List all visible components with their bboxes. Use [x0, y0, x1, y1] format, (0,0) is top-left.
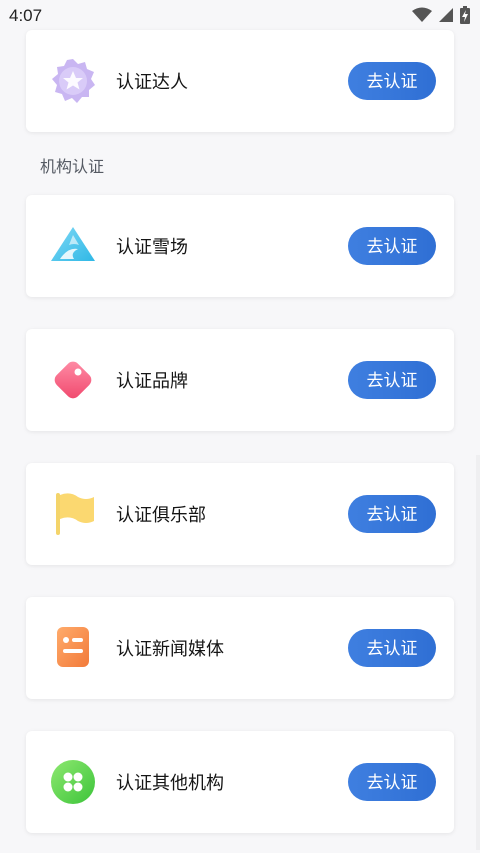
scrollbar[interactable]: [476, 455, 480, 850]
star-badge-icon: [48, 56, 98, 106]
certify-button[interactable]: 去认证: [348, 629, 436, 667]
card-label: 认证新闻媒体: [116, 639, 224, 660]
flag-icon: [48, 489, 98, 539]
card-label: 认证达人: [116, 72, 188, 93]
tag-icon: [48, 355, 98, 405]
battery-icon: [460, 6, 470, 24]
card-club: 认证俱乐部 去认证: [26, 463, 454, 565]
card-label: 认证其他机构: [116, 773, 224, 794]
card-news-media: 认证新闻媒体 去认证: [26, 597, 454, 699]
wifi-icon: [412, 7, 432, 22]
card-other-org: 认证其他机构 去认证: [26, 731, 454, 833]
card-brand: 认证品牌 去认证: [26, 329, 454, 431]
certify-button[interactable]: 去认证: [348, 227, 436, 265]
card-ski-resort: 认证雪场 去认证: [26, 195, 454, 297]
news-icon: [48, 623, 98, 673]
signal-icon: [439, 8, 453, 22]
status-time: 4:07: [9, 6, 43, 25]
certify-button[interactable]: 去认证: [348, 361, 436, 399]
card-expert: 认证达人 去认证: [26, 30, 454, 132]
status-icons: [412, 6, 470, 24]
ski-slope-icon: [48, 221, 98, 271]
card-label: 认证雪场: [116, 237, 188, 258]
status-bar: 4:07: [0, 0, 480, 30]
certify-button[interactable]: 去认证: [348, 495, 436, 533]
card-label: 认证品牌: [116, 371, 188, 392]
section-title: 机构认证: [40, 157, 105, 176]
certify-button[interactable]: 去认证: [348, 62, 436, 100]
certify-button[interactable]: 去认证: [348, 763, 436, 801]
clover-icon: [48, 757, 98, 807]
card-label: 认证俱乐部: [116, 505, 206, 526]
